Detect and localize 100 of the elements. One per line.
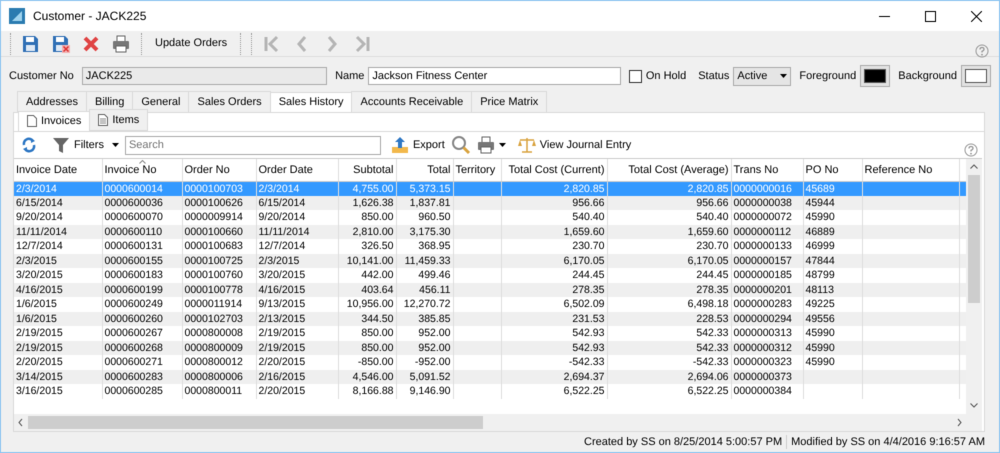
table-cell: 228.53 (696, 312, 728, 325)
table-cell: 3/14/2015 (16, 370, 63, 383)
table-cell: 3/20/2015 (16, 269, 63, 282)
update-orders-button[interactable]: Update Orders (147, 33, 236, 54)
table-cell: 10,141.00 (346, 254, 394, 267)
save-icon (22, 34, 40, 52)
tab[interactable]: Invoices (18, 110, 90, 131)
table-cell: 278.35 (696, 284, 728, 296)
horizontal-scrollbar[interactable] (14, 414, 966, 431)
customer-no-field[interactable]: JACK225 (82, 67, 328, 85)
table-cell: 1,837.81 (410, 196, 450, 209)
on-hold-checkbox[interactable] (628, 70, 642, 82)
table-cell: 4/16/2015 (16, 284, 63, 296)
column-header[interactable]: Total (396, 159, 453, 181)
column-header[interactable]: Invoice Date (14, 159, 102, 181)
app-logo-icon (9, 8, 25, 24)
table-cell: 540.40 (572, 211, 604, 224)
tab[interactable]: Items (89, 108, 148, 131)
table-cell: 0000600155 (104, 254, 163, 267)
table-cell: 2/19/2015 (258, 342, 306, 354)
print-button[interactable] (110, 32, 132, 54)
foreground-color-button[interactable] (860, 65, 890, 87)
scroll-down-icon (970, 403, 978, 408)
table-cell: 0000800008 (184, 327, 243, 340)
table-cell: 0000000112 (734, 226, 792, 238)
table-cell: 385.85 (418, 312, 450, 325)
table-cell: 2/3/2014 (258, 182, 300, 194)
status-dropdown[interactable]: Active (733, 66, 792, 86)
table-cell: -542.33 (568, 356, 604, 368)
table-cell: 6,170.05 (564, 254, 604, 267)
column-header[interactable]: PO No (803, 159, 862, 181)
table-cell: 2/19/2015 (16, 342, 63, 354)
table-cell: 442.00 (361, 269, 394, 282)
field-label: Customer No (9, 68, 74, 84)
save-close-icon (52, 34, 70, 52)
tab[interactable]: Price Matrix (471, 90, 548, 112)
view-journal-entry-button[interactable]: View Journal Entry (516, 134, 634, 156)
table-cell: -542.33 (692, 356, 728, 368)
vertical-scrollbar[interactable] (966, 159, 982, 431)
table-cell: 344.50 (361, 312, 394, 325)
delete-icon (82, 34, 100, 52)
table-cell: 0000100626 (184, 196, 243, 209)
column-header[interactable]: Total Cost (Average) (607, 159, 731, 181)
search-field[interactable]: Search (124, 136, 381, 154)
table-cell: 0000600199 (104, 284, 163, 296)
table-cell: 45944 (806, 196, 835, 209)
table-cell: 2/20/2015 (16, 356, 63, 368)
column-header[interactable]: Subtotal (338, 159, 396, 181)
printer-icon (476, 136, 495, 154)
table-cell: 0000600249 (104, 298, 163, 310)
column-header[interactable]: Order No (182, 159, 256, 181)
table-cell: 46889 (806, 226, 835, 238)
table-cell: 4,546.00 (352, 370, 394, 383)
tab[interactable]: Sales History (270, 92, 352, 112)
table-cell: 0000000313 (734, 327, 792, 340)
table-cell: 5,091.52 (410, 370, 450, 383)
table-cell: 12/7/2014 (258, 240, 306, 252)
table-cell: 0000100703 (184, 182, 243, 194)
table-cell: 0000000294 (734, 312, 792, 325)
table-cell: 0000600271 (104, 356, 163, 368)
table-cell: 0000600014 (104, 182, 163, 194)
table-cell: 0000800011 (184, 385, 242, 398)
table-cell: 0000800009 (184, 342, 243, 354)
table-cell: 952.00 (418, 342, 450, 354)
help-icon[interactable] (975, 44, 989, 58)
table-cell: -952.00 (414, 356, 450, 368)
column-header[interactable]: Total Cost (Current) (501, 159, 607, 181)
column-header[interactable]: Reference No (862, 159, 959, 181)
table-cell: 8,166.88 (352, 385, 394, 398)
table-cell: 231.53 (572, 312, 604, 325)
help-icon[interactable] (964, 143, 978, 157)
table-cell: 2/16/2015 (258, 370, 306, 383)
table-cell: 542.33 (696, 342, 728, 354)
table-cell: 49225 (806, 298, 835, 310)
column-header[interactable]: Invoice No (102, 159, 182, 181)
refresh-icon[interactable] (20, 136, 38, 154)
table-cell: 0000600285 (104, 385, 163, 398)
column-header[interactable]: Territory (453, 159, 501, 181)
table-cell: 12/7/2014 (16, 240, 63, 252)
name-field[interactable]: Jackson Fitness Center (368, 67, 621, 85)
table-cell: 11/11/2014 (258, 226, 310, 238)
field-label: Status (698, 68, 730, 84)
table-cell: 0000600110 (104, 226, 162, 238)
table-cell: 850.00 (361, 342, 394, 354)
table-cell: 45990 (806, 342, 835, 354)
export-button[interactable]: Export (388, 134, 447, 156)
tab[interactable]: Addresses (17, 90, 87, 112)
column-header[interactable]: Order Date (256, 159, 338, 181)
column-header[interactable]: Trans No (731, 159, 803, 181)
table-cell: 2/3/2015 (258, 254, 300, 267)
search-icon[interactable] (450, 135, 471, 155)
table-cell: 47844 (806, 254, 835, 267)
table-cell: 960.50 (418, 211, 450, 224)
table-cell: 11/11/2014 (16, 226, 67, 238)
table-cell: 2,820.85 (564, 182, 604, 194)
filters-button[interactable]: Filters (50, 134, 121, 156)
background-color-button[interactable] (961, 65, 991, 87)
table-cell: 0000100778 (184, 284, 243, 296)
table-cell: 230.70 (696, 240, 728, 252)
table-cell: 6,522.25 (564, 385, 604, 398)
